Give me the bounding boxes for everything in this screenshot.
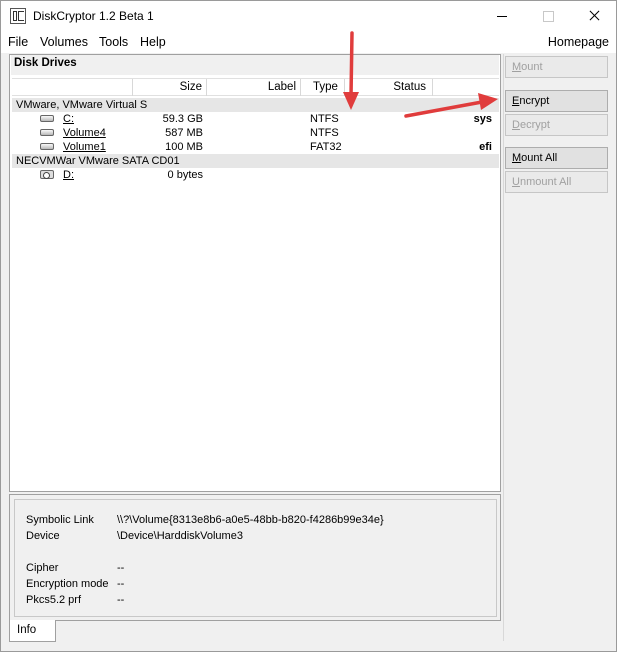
info-value: --: [117, 594, 125, 606]
mount-button-mnemonic: M: [512, 61, 522, 73]
disk-group-row[interactable]: NECVMWar VMware SATA CD01: [12, 154, 499, 168]
column-header-status[interactable]: Status: [345, 79, 433, 96]
volume-row[interactable]: C: 59.3 GB NTFS sys: [12, 112, 499, 126]
mount-all-button-mnemonic: M: [512, 152, 522, 164]
list-header: Size Label Type Status: [12, 78, 499, 96]
volume-name: D:: [63, 169, 74, 181]
info-value: \\?\Volume{8313e8b6-a0e5-48bb-b820-f4286…: [117, 514, 384, 526]
volume-name: Volume4: [63, 127, 106, 139]
column-header-extra[interactable]: [433, 79, 499, 96]
menu-volumes[interactable]: Volumes: [40, 35, 88, 49]
volume-size: 0 bytes: [167, 169, 203, 181]
info-label: Pkcs5.2 prf: [26, 594, 82, 606]
disk-drives-panel: Disk Drives Size Label Type Status VMwar…: [9, 54, 501, 492]
encrypt-button[interactable]: Encrypt: [505, 90, 608, 112]
disk-drives-title: Disk Drives: [11, 55, 499, 75]
app-icon: [10, 8, 26, 24]
info-panel: Symbolic Link \\?\Volume{8313e8b6-a0e5-4…: [9, 494, 501, 621]
volume-row[interactable]: Volume4 587 MB NTFS: [12, 126, 499, 140]
disk-group-row[interactable]: VMware, VMware Virtual S: [12, 98, 499, 112]
column-header-size[interactable]: Size: [133, 79, 207, 96]
side-panel-divider: [503, 54, 504, 641]
menu-tools[interactable]: Tools: [99, 35, 128, 49]
homepage-link[interactable]: Homepage: [548, 35, 609, 49]
window-title: DiskCryptor 1.2 Beta 1: [33, 9, 154, 23]
cd-drive-icon: [40, 170, 54, 179]
info-label: Device: [26, 530, 60, 542]
volume-size: 59.3 GB: [162, 113, 203, 125]
volume-name: C:: [63, 113, 74, 125]
info-value: --: [117, 578, 125, 590]
column-header-label[interactable]: Label: [207, 79, 301, 96]
encrypt-button-label: ncrypt: [519, 95, 550, 107]
decrypt-button-label: ecrypt: [519, 119, 550, 131]
mount-button[interactable]: Mount: [505, 56, 608, 78]
column-header-type[interactable]: Type: [301, 79, 345, 96]
decrypt-button[interactable]: Decrypt: [505, 114, 608, 136]
decrypt-button-mnemonic: D: [512, 119, 520, 131]
mount-button-label: ount: [521, 61, 543, 73]
close-button[interactable]: [571, 1, 617, 31]
info-label: Cipher: [26, 562, 59, 574]
column-header-name[interactable]: [12, 79, 133, 96]
hard-disk-icon: [40, 143, 54, 150]
volume-name: Volume1: [63, 141, 106, 153]
info-label: Symbolic Link: [26, 514, 94, 526]
app-window: DiskCryptor 1.2 Beta 1 File Volumes Tool…: [0, 0, 617, 652]
info-label: Encryption mode: [26, 578, 109, 590]
info-content: Symbolic Link \\?\Volume{8313e8b6-a0e5-4…: [14, 499, 497, 617]
maximize-button[interactable]: [525, 1, 571, 31]
menu-file[interactable]: File: [8, 35, 28, 49]
info-value: --: [117, 562, 125, 574]
minimize-button[interactable]: [479, 1, 525, 31]
unmount-all-button-mnemonic: U: [512, 176, 520, 188]
volume-flag: efi: [479, 141, 492, 153]
volume-row[interactable]: D: 0 bytes: [12, 168, 499, 182]
hard-disk-icon: [40, 129, 54, 136]
tab-info[interactable]: Info: [9, 620, 56, 642]
volume-row[interactable]: Volume1 100 MB FAT32 efi: [12, 140, 499, 154]
mount-all-button-label: ount All: [521, 152, 558, 164]
volume-type: FAT32: [310, 141, 342, 153]
mount-all-button[interactable]: Mount All: [505, 147, 608, 169]
volume-size: 100 MB: [165, 141, 203, 153]
volume-flag: sys: [473, 113, 492, 125]
unmount-all-button-label: nmount All: [519, 176, 572, 188]
volume-type: NTFS: [310, 113, 339, 125]
hard-disk-icon: [40, 115, 54, 122]
unmount-all-button[interactable]: Unmount All: [505, 171, 608, 193]
volume-size: 587 MB: [165, 127, 203, 139]
menu-bar: File Volumes Tools Help Homepage: [1, 31, 616, 53]
info-value: \Device\HarddiskVolume3: [117, 530, 243, 542]
volume-type: NTFS: [310, 127, 339, 139]
title-bar: DiskCryptor 1.2 Beta 1: [1, 1, 616, 31]
menu-help[interactable]: Help: [140, 35, 166, 49]
